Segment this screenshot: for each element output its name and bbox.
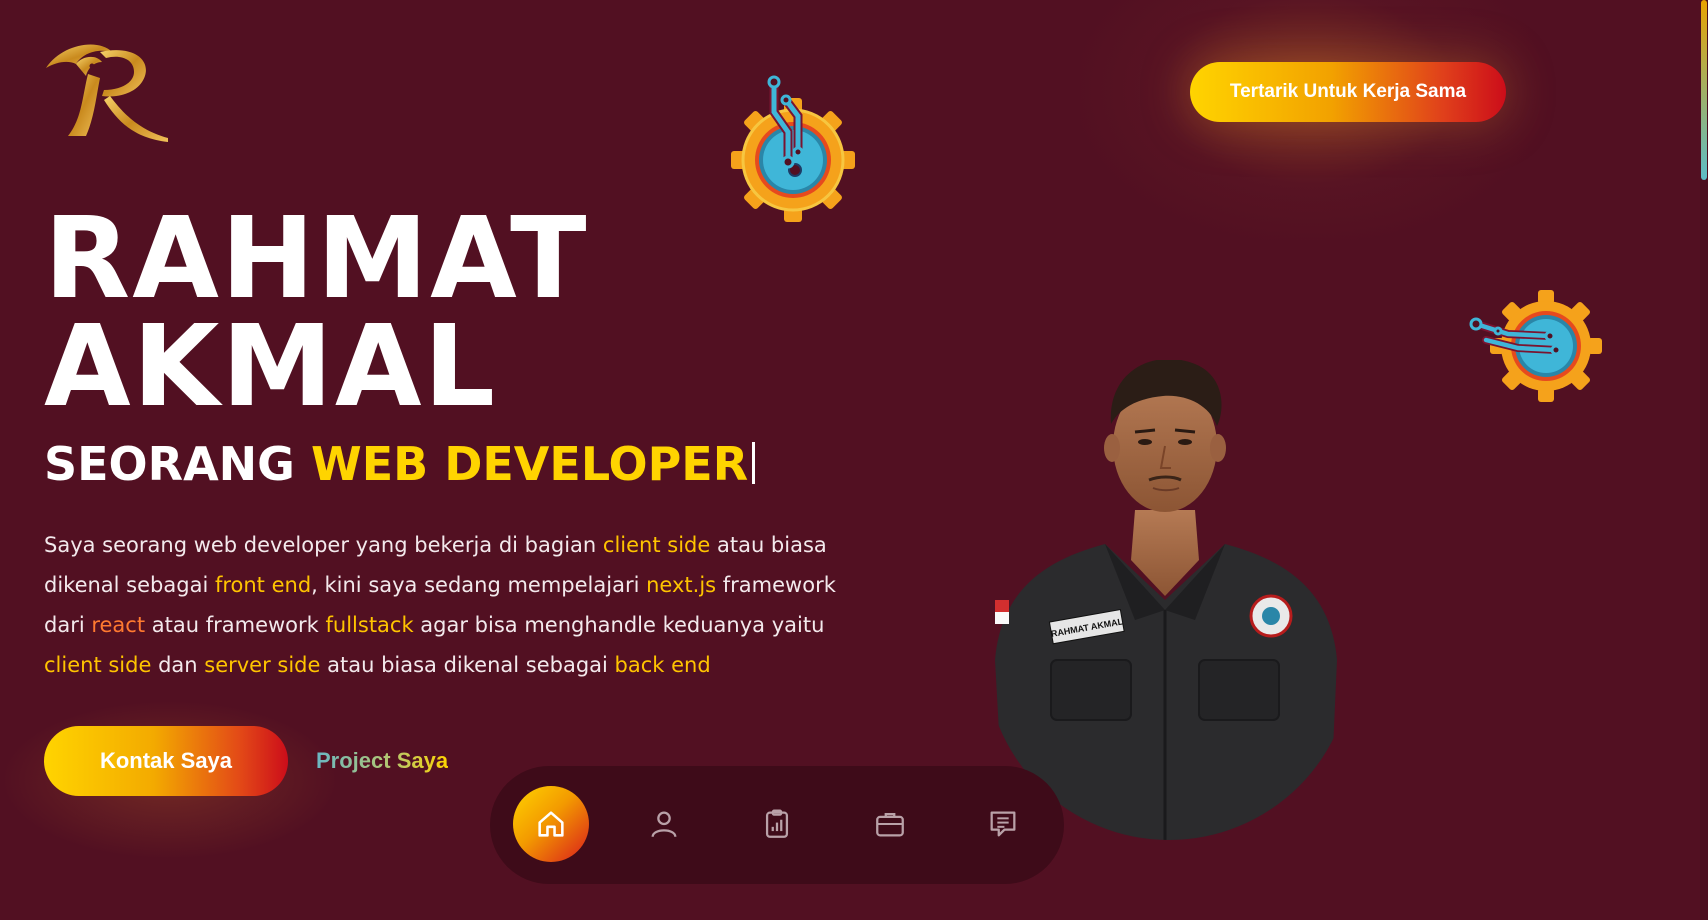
home-icon <box>538 811 564 837</box>
hero-subtitle: SEORANG WEB DEVELOPER <box>44 436 756 492</box>
desc-text: dan <box>151 653 205 677</box>
collaborate-button[interactable]: Tertarik Untuk Kerja Sama <box>1190 62 1506 122</box>
nav-portfolio[interactable] <box>852 786 928 862</box>
desc-text: agar bisa menghandle keduanya yaitu <box>413 613 825 637</box>
contact-button[interactable]: Kontak Saya <box>44 726 288 796</box>
logo[interactable]: R <box>42 38 172 148</box>
desc-text: Saya seorang web developer yang bekerja … <box>44 533 603 557</box>
user-icon <box>651 811 677 838</box>
desc-highlight: client side <box>44 653 152 677</box>
hero-name: RAHMAT AKMAL <box>44 203 589 423</box>
desc-highlight: back end <box>614 653 711 677</box>
gear-circuit-icon <box>728 72 858 227</box>
desc-text: atau biasa dikenal sebagai <box>320 653 615 677</box>
desc-highlight: server side <box>204 653 321 677</box>
subtitle-role: WEB DEVELOPER <box>310 437 749 491</box>
profile-photo: RAHMAT AKMAL <box>985 360 1353 840</box>
gear-circuit-icon <box>1468 288 1602 406</box>
clipboard-chart-icon <box>765 809 789 838</box>
hero-description: Saya seorang web developer yang bekerja … <box>44 525 844 685</box>
nav-about[interactable] <box>626 786 702 862</box>
hero-name-line2: AKMAL <box>44 302 497 432</box>
eagle-logo-icon <box>46 44 168 142</box>
project-link[interactable]: Project Saya <box>316 748 448 774</box>
desc-highlight: client side <box>602 533 711 557</box>
scrollbar-thumb[interactable] <box>1701 0 1707 180</box>
typing-caret <box>752 442 756 484</box>
desc-highlight: front end <box>214 573 312 597</box>
desc-highlight: next.js <box>646 573 717 597</box>
desc-text: atau framework <box>145 613 326 637</box>
message-icon <box>990 811 1016 837</box>
desc-highlight: react <box>91 613 146 637</box>
briefcase-icon <box>876 812 904 837</box>
nav-home[interactable] <box>513 786 589 862</box>
nav-contact[interactable] <box>965 786 1041 862</box>
bottom-nav <box>490 766 1064 884</box>
page: R Tertarik Untuk Kerja Sama <box>0 0 1708 920</box>
nav-skills[interactable] <box>739 786 815 862</box>
subtitle-prefix: SEORANG <box>44 437 295 491</box>
desc-highlight: fullstack <box>325 613 414 637</box>
desc-text: , kini saya sedang mempelajari <box>311 573 647 597</box>
